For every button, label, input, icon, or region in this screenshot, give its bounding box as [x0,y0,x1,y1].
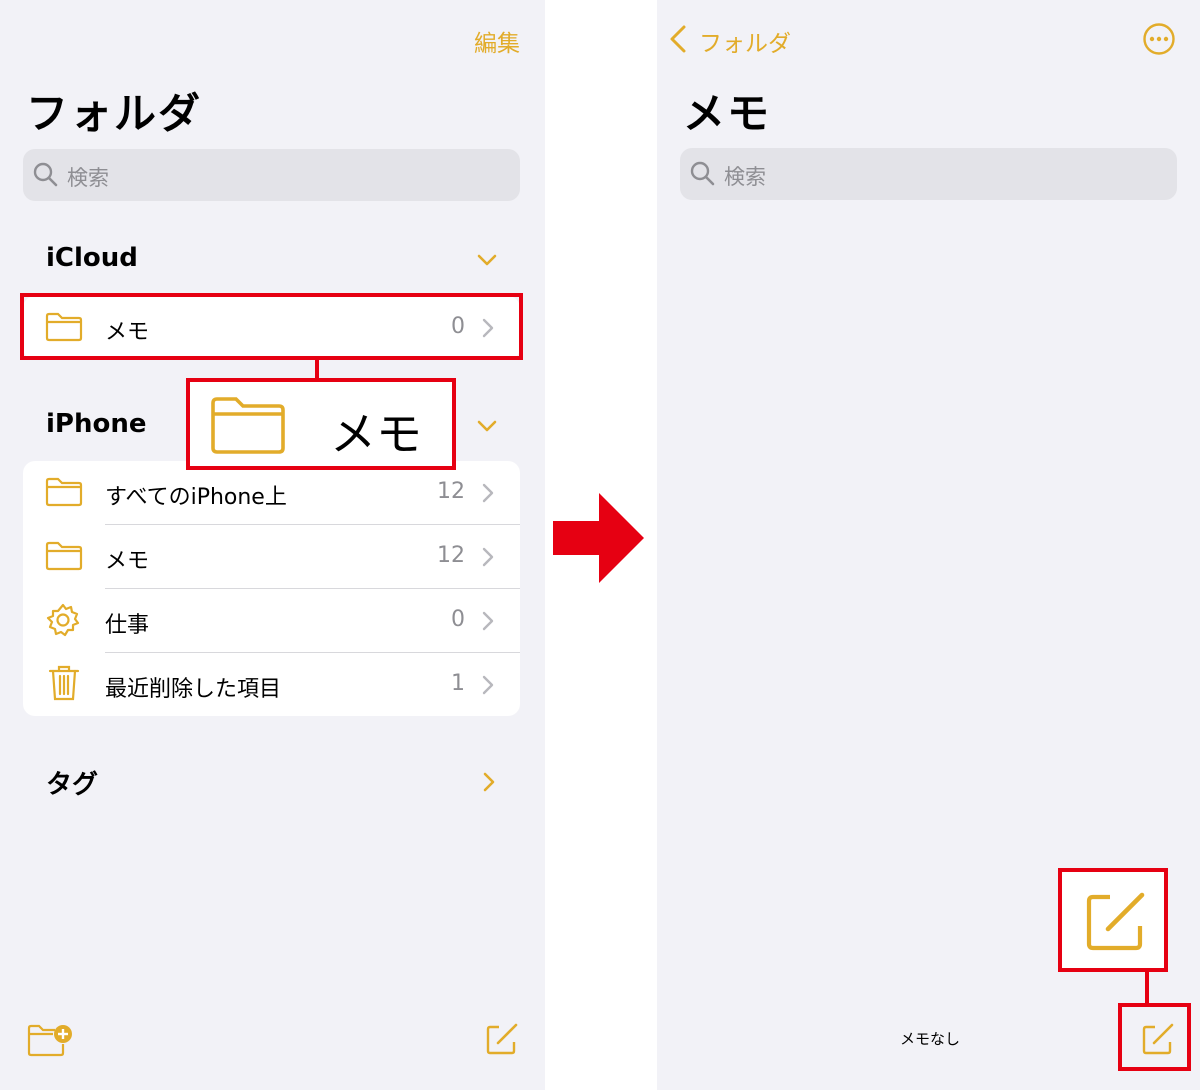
back-label: フォルダ [699,31,791,57]
more-icon[interactable] [1142,22,1176,56]
chevron-down-icon[interactable] [477,253,497,267]
folder-row-recently-deleted[interactable]: 最近削除した項目 1 [23,653,520,716]
folder-row-work[interactable]: 仕事 0 [23,589,520,653]
folder-row-all-iphone[interactable]: すべてのiPhone上 12 [23,461,520,525]
callout-connector [1145,970,1149,1004]
new-folder-icon[interactable] [27,1022,73,1058]
chevron-down-icon[interactable] [477,419,497,433]
folder-icon [45,477,83,507]
section-header-icloud: iCloud [46,243,138,273]
iphone-folder-list: すべてのiPhone上 12 メモ 12 仕事 0 最近削除した項目 1 [23,461,520,716]
highlight-box [1118,1003,1191,1071]
chevron-right-icon [482,483,494,503]
callout-connector [315,360,319,380]
row-count: 12 [437,479,465,504]
search-icon [690,161,715,186]
folders-screen: 編集 フォルダ 検索 iCloud メモ 0 iPhone すべてのiPhone… [0,0,545,1090]
row-count: 12 [437,543,465,568]
row-count: 1 [451,671,465,696]
trash-icon [48,665,80,701]
chevron-right-icon [482,611,494,631]
chevron-right-icon [482,675,494,695]
row-label: 仕事 [105,613,150,638]
folder-row-iphone-memo[interactable]: メモ 12 [23,525,520,589]
compose-icon[interactable] [485,1022,519,1056]
page-title: メモ [683,89,772,138]
search-bar[interactable]: 検索 [680,148,1177,200]
folder-icon [211,397,285,454]
search-placeholder: 検索 [724,165,766,189]
zoom-callout: メモ [186,378,456,470]
chevron-left-icon [670,25,686,53]
section-header-tags: タグ [46,770,99,800]
edit-button[interactable]: 編集 [474,24,520,58]
chevron-right-icon [482,547,494,567]
page-title: フォルダ [26,89,203,138]
chevron-right-icon[interactable] [482,771,496,793]
empty-notes-label: メモなし [900,1030,961,1048]
row-label: メモ [105,549,150,574]
row-count: 0 [451,607,465,632]
row-label: 最近削除した項目 [105,677,282,702]
zoom-label: メモ [330,407,422,461]
memo-folder-screen: フォルダ メモ 検索 メモなし [657,0,1200,1090]
row-label: すべてのiPhone上 [105,485,287,510]
section-header-iphone: iPhone [46,409,147,439]
compose-icon [1086,892,1145,951]
arrow-right-icon [553,493,644,583]
highlight-box [20,293,523,360]
search-placeholder: 検索 [67,166,109,190]
gear-icon [46,603,80,637]
search-icon [33,162,58,187]
search-bar[interactable]: 検索 [23,149,520,201]
folder-icon [45,541,83,571]
zoom-callout [1058,868,1168,972]
